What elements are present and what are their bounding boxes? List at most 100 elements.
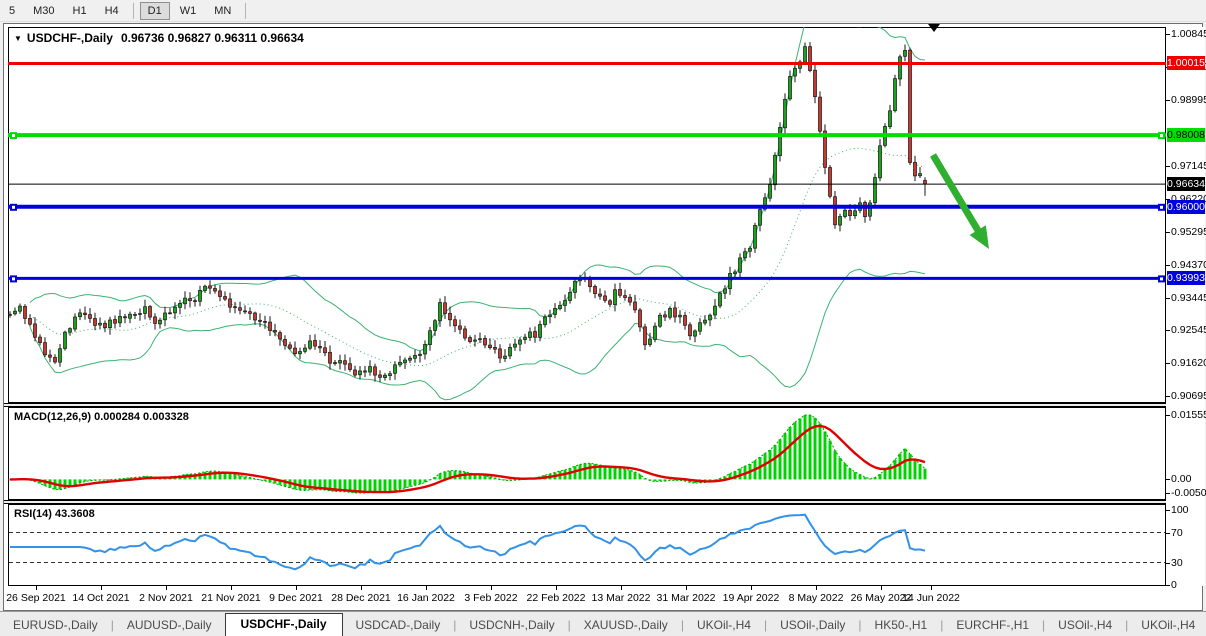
rsi-axis-label: 30 [1171, 557, 1183, 569]
date-axis-label: 8 May 2022 [789, 592, 844, 604]
chart-shift-marker-icon[interactable] [928, 24, 940, 32]
macd-axis-tick [1166, 479, 1170, 480]
timeframe-button-mn[interactable]: MN [206, 2, 239, 20]
chart-tab-xauusddaily[interactable]: XAUUSD-,Daily [571, 615, 681, 636]
collapse-triangle-icon[interactable]: ▼ [14, 34, 22, 43]
candle-body [204, 286, 207, 290]
candle-body [219, 291, 222, 297]
candle-body [634, 302, 637, 310]
candle-body [229, 299, 232, 307]
h-line-support-blue-upper[interactable] [8, 204, 1166, 211]
candle-body [519, 340, 522, 344]
chart-tab-usoilh4[interactable]: USOil-,H4 [1045, 615, 1125, 636]
date-axis-tick [931, 586, 932, 590]
date-axis-tick [166, 586, 167, 590]
candle-body [699, 323, 702, 332]
price-axis-label: 0.98995 [1171, 94, 1206, 106]
candle-body [379, 375, 382, 377]
chart-tab-hk50h1[interactable]: HK50-,H1 [862, 615, 941, 636]
down-trend-arrow[interactable] [933, 155, 989, 249]
macd-line [10, 415, 925, 493]
candle-body [269, 322, 272, 330]
date-axis-label: 3 Feb 2022 [464, 592, 517, 604]
candle-body [814, 70, 817, 97]
candle-body [419, 354, 422, 355]
date-axis-label: 2 Nov 2021 [139, 592, 193, 604]
candle-body [614, 290, 617, 305]
candle-body [99, 323, 102, 325]
candle-body [154, 317, 157, 324]
candle-body [234, 307, 237, 308]
macd-name: MACD(12,26,9) [14, 411, 91, 423]
chart-tab-eurchfh1[interactable]: EURCHF-,H1 [943, 615, 1042, 636]
price-axis-label: 0.91620 [1171, 357, 1206, 369]
rsi-axis-label: 0 [1171, 579, 1177, 591]
date-axis-tick [426, 586, 427, 590]
candle-body [774, 155, 777, 184]
candle-body [414, 355, 417, 358]
candle-body [39, 337, 42, 343]
chart-tab-ukoilh4[interactable]: UKOil-,H4 [1128, 615, 1206, 636]
date-axis-tick [816, 586, 817, 590]
chart-tab-usdcnhdaily[interactable]: USDCNH-,Daily [456, 615, 567, 636]
candle-body [24, 306, 27, 318]
main-price-pane[interactable] [8, 27, 1166, 403]
date-axis-tick [101, 586, 102, 590]
candle-body [309, 341, 312, 348]
macd-indicator-label: MACD(12,26,9) 0.000284 0.003328 [14, 411, 189, 423]
candle-body [639, 310, 642, 327]
timeframe-button-h1[interactable]: H1 [65, 2, 95, 20]
chart-tab-usdchfdaily[interactable]: USDCHF-,Daily [225, 613, 343, 636]
price-badge-current-price-line: 0.96634 [1167, 177, 1205, 191]
h-line-resistance-green[interactable] [8, 132, 1166, 139]
price-axis-label: 0.94370 [1171, 259, 1206, 271]
candle-body [179, 303, 182, 307]
timeframe-button-5[interactable]: 5 [1, 2, 23, 20]
candle-body [879, 146, 882, 178]
candle-body [224, 297, 227, 300]
candle-body [164, 313, 167, 320]
candle-body [659, 315, 662, 326]
candle-body [114, 320, 117, 324]
candle-body [49, 355, 52, 357]
candle-body [894, 79, 897, 111]
chart-tab-usoildaily[interactable]: USOil-,Daily [767, 615, 858, 636]
candle-body [64, 332, 67, 348]
candle-body [44, 343, 47, 355]
candle-body [184, 298, 187, 304]
timeframe-toolbar: 5M30H1H4 D1W1MN [0, 0, 1206, 22]
candle-body [79, 313, 82, 317]
chart-tab-usdcaddaily[interactable]: USDCAD-,Daily [343, 615, 454, 636]
price-axis [1166, 27, 1205, 586]
ohlc-values: 0.96736 0.96827 0.96311 0.96634 [121, 31, 304, 45]
rsi-pane[interactable] [8, 504, 1166, 586]
timeframe-button-h4[interactable]: H4 [97, 2, 127, 20]
chart-tab-eurusddaily[interactable]: EURUSD-,Daily [0, 615, 111, 636]
date-axis-tick [36, 586, 37, 590]
candle-body [444, 303, 447, 314]
candle-body [29, 318, 32, 324]
candle-body [9, 314, 12, 315]
candle-body [199, 290, 202, 301]
candle-body [464, 329, 467, 338]
timeframe-button-w1[interactable]: W1 [172, 2, 205, 20]
chart-tab-audusddaily[interactable]: AUDUSD-,Daily [114, 615, 225, 636]
candle-body [169, 313, 172, 314]
candle-body [264, 321, 267, 322]
macd-signal-line [10, 426, 925, 492]
candle-body [539, 325, 542, 338]
candle-body [559, 306, 562, 309]
candle-body [564, 301, 567, 306]
candle-body [649, 339, 652, 345]
candle-body [369, 367, 372, 373]
chart-tab-ukoilh4[interactable]: UKOil-,H4 [684, 615, 764, 636]
rsi-current-value: 43.3608 [55, 508, 95, 520]
h-line-support-blue-lower[interactable] [8, 275, 1166, 282]
chart-tab-bar: EURUSD-,Daily|AUDUSD-,DailyUSDCHF-,Daily… [0, 611, 1206, 636]
candle-body [94, 319, 97, 326]
price-axis-tick [1166, 34, 1170, 35]
timeframe-button-m30[interactable]: M30 [25, 2, 62, 20]
candle-body [209, 286, 212, 288]
date-axis-label: 14 Oct 2021 [72, 592, 129, 604]
timeframe-button-d1[interactable]: D1 [140, 2, 170, 20]
